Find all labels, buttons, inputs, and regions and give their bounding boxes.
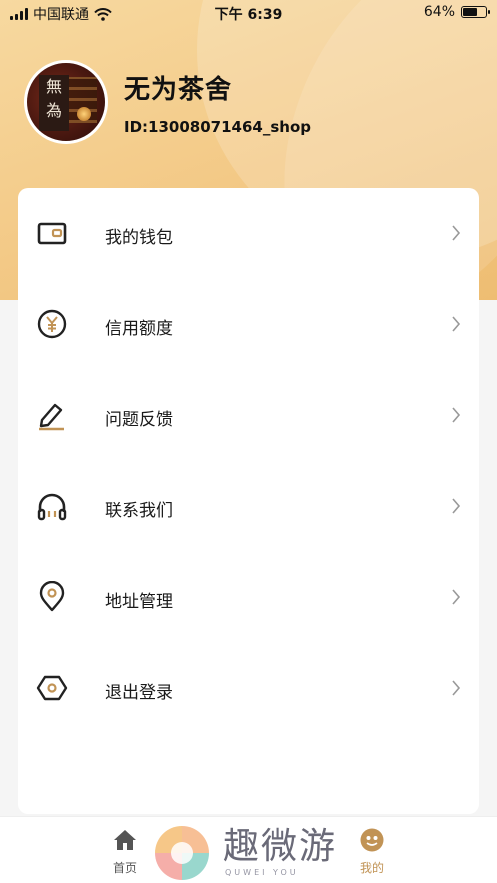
menu-item-address[interactable]: 地址管理 [18, 567, 479, 627]
menu-item-contact[interactable]: 联系我们 [18, 476, 479, 536]
chevron-right-icon [452, 316, 461, 332]
home-icon [114, 830, 136, 850]
user-face-icon [360, 828, 384, 852]
menu-item-wallet[interactable]: 我的钱包 [18, 203, 479, 263]
chevron-right-icon [452, 589, 461, 605]
tab-me[interactable]: 我的 [355, 827, 389, 876]
menu-item-credit[interactable]: 信用额度 [18, 294, 479, 354]
menu-label: 问题反馈 [105, 410, 173, 430]
pencil-icon [39, 403, 64, 431]
chevron-right-icon [452, 680, 461, 696]
shop-id: ID:13008071464_shop [124, 117, 311, 136]
chevron-right-icon [452, 498, 461, 514]
yen-coin-icon [37, 309, 67, 339]
wallet-icon [37, 222, 67, 245]
menu-item-feedback[interactable]: 问题反馈 [18, 385, 479, 445]
profile-section: 無為 无为茶舍 ID:13008071464_shop [24, 60, 311, 144]
avatar[interactable]: 無為 [24, 60, 108, 144]
tab-home[interactable]: 首页 [108, 827, 142, 876]
menu-label: 地址管理 [105, 592, 173, 612]
headphones-icon [37, 493, 67, 521]
avatar-calligraphy: 無為 [39, 75, 69, 131]
shop-name: 无为茶舍 [124, 74, 233, 105]
logout-hexagon-icon [36, 675, 68, 701]
menu-item-logout[interactable]: 退出登录 [18, 658, 479, 718]
battery-icon [461, 6, 490, 18]
status-bar: 中国联通 下午 6:39 64% [0, 0, 497, 26]
chevron-right-icon [452, 225, 461, 241]
location-pin-icon [39, 581, 65, 612]
tab-home-label: 首页 [112, 861, 137, 875]
watermark-text: 趣微游 [223, 826, 338, 867]
menu-card: 我的钱包 信用额度 问题反馈 联系我们 地址管理 退出登录 [18, 188, 479, 814]
battery-percent: 64% [423, 4, 455, 20]
watermark-emblem-icon [155, 826, 209, 880]
tab-me-label: 我的 [359, 861, 384, 875]
watermark-logo: 趣微游 QUWEI YOU [155, 826, 350, 881]
status-right: 64% [423, 4, 490, 20]
menu-label: 退出登录 [105, 683, 173, 703]
menu-label: 信用额度 [105, 319, 173, 339]
watermark-subtext: QUWEI YOU [225, 868, 299, 877]
status-time: 下午 6:39 [214, 7, 283, 23]
profile-text: 无为茶舍 ID:13008071464_shop [124, 69, 311, 136]
menu-label: 联系我们 [105, 501, 173, 521]
chevron-right-icon [452, 407, 461, 423]
menu-label: 我的钱包 [105, 228, 173, 248]
